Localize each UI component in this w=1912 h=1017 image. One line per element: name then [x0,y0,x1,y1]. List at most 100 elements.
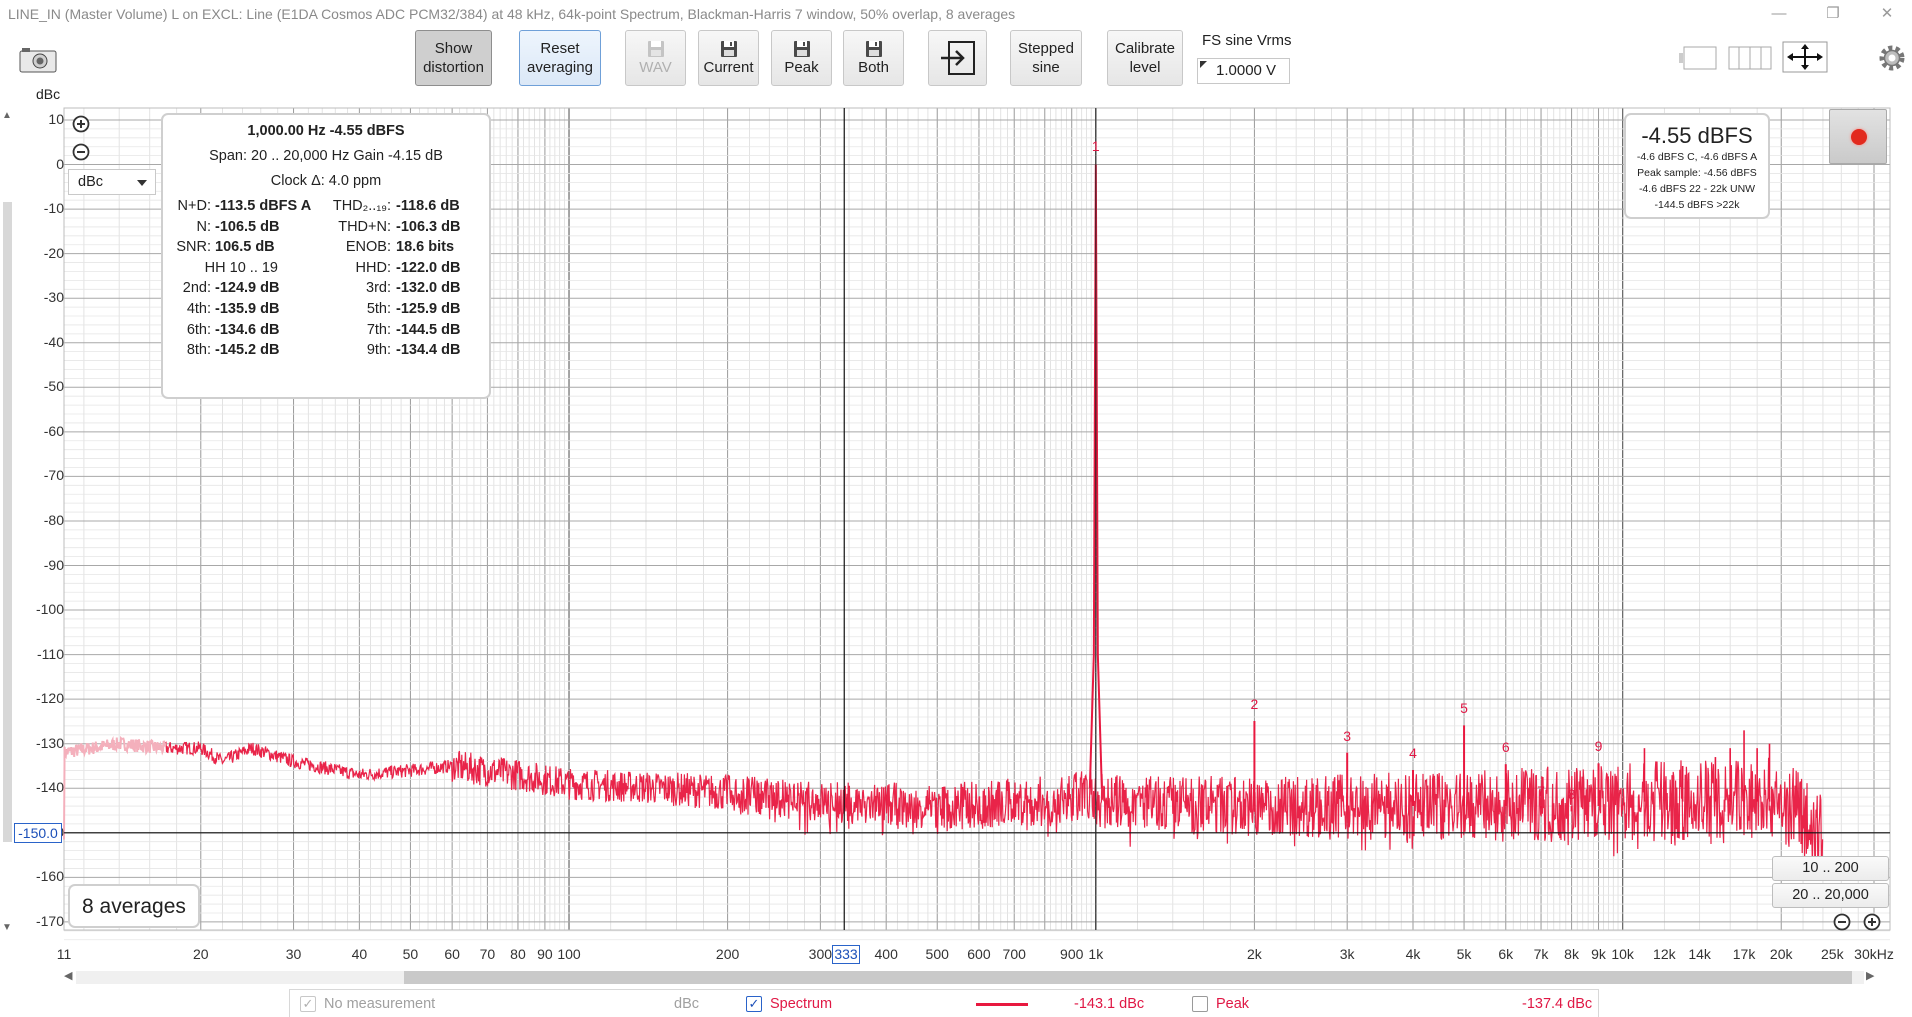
scroll-up-icon[interactable]: ▲ [2,110,12,121]
x-tick-label: 2k [1247,946,1262,962]
restore-button[interactable]: ❐ [1818,4,1848,24]
save-current-button[interactable]: Current [698,30,759,86]
level-main: -4.55 dBFS [1641,123,1753,148]
peak-checkbox[interactable] [1192,996,1208,1012]
zoom-out-icon[interactable] [1833,913,1851,931]
x-tick-label: 60 [444,946,460,962]
stats-label: 2nd: [182,280,211,297]
scroll-left-icon[interactable]: ◀ [64,969,72,982]
scrollbar-thumb[interactable] [404,971,1852,984]
window-title: LINE_IN (Master Volume) L on EXCL: Line … [8,6,1016,22]
save-icon [647,40,664,57]
x-tick-label: 90 [537,946,553,962]
save-peak-button[interactable]: Peak [771,30,832,86]
calibrate-level-button[interactable]: Calibrate level [1107,30,1183,86]
averages-badge: 8 averages [68,884,200,928]
stats-label: 6th: [186,321,211,338]
stats-label: 5th: [366,301,391,317]
save-icon [793,40,810,57]
save-both-button[interactable]: Both [843,30,904,86]
level-line-3: -4.6 dBFS 22 - 22k UNW [1638,183,1756,195]
level-line-4: -144.5 dBFS >22k [1654,199,1740,211]
x-tick-label: 100 [557,946,581,962]
stats-label: 9th: [366,342,391,359]
stats-label: 8th: [186,342,211,359]
stats-header: 1,000.00 Hz -4.55 dBFS [247,123,405,139]
x-cursor-readout[interactable]: 333 [832,945,860,964]
single-view-icon[interactable] [1678,42,1720,74]
fs-sine-input[interactable]: 1.0000 V [1197,58,1290,84]
stats-value: -134.6 dB [215,321,280,338]
zoom-out-icon[interactable] [72,143,90,161]
title-bar: LINE_IN (Master Volume) L on EXCL: Line … [0,0,1912,28]
stats-label: THD+N: [338,218,391,235]
stats-value: -106.5 dB [215,218,280,235]
y-tick-label: 10 [48,111,64,127]
y-cursor-readout[interactable]: -150.0 [14,823,62,843]
x-tick-label: 20k [1769,946,1793,962]
stepped-sine-button[interactable]: Stepped sine [1010,30,1082,86]
zoom-preset-20-20000[interactable]: 20 .. 20,000 [1772,883,1889,908]
stats-label: N: [196,218,212,235]
no-measurement-label: No measurement [324,996,436,1012]
x-tick-label: 700 [1002,946,1026,962]
stats-label: 7th: [366,321,391,338]
reset-averaging-button[interactable]: Reset averaging [519,30,601,86]
no-measurement-unit: dBc [674,996,699,1012]
y-tick-label: -50 [43,378,64,395]
minimize-button[interactable]: — [1764,4,1794,24]
multi-view-icon[interactable] [1728,42,1772,74]
harmonic-label: 1 [1091,137,1100,154]
show-distortion-button[interactable]: Show distortion [415,30,492,86]
x-tick-label: 25k [1820,946,1844,962]
toolbar: Show distortion Reset averaging WAV Curr… [0,28,1912,88]
horizontal-scrollbar[interactable]: ◀ ▶ [64,968,1876,986]
stats-value: -144.5 dB [396,321,461,338]
x-tick-label: 70 [479,946,496,962]
stats-label: 3rd: [366,280,391,297]
y-tick-label: -70 [43,467,64,484]
stats-value: -135.9 dB [215,301,280,317]
no-measurement-checkbox[interactable]: ✓ [300,996,316,1012]
chevron-down-icon [137,180,147,186]
scrollbar-thumb[interactable] [3,202,12,842]
y-tick-label: -60 [43,422,64,439]
pan-arrows-icon[interactable] [1782,40,1828,74]
y-tick-label: -80 [43,511,64,528]
spectrum-value: -143.1 dBc [1074,996,1145,1012]
y-tick-label: -170 [35,912,64,929]
spectrum-checkbox[interactable]: ✓ [746,996,762,1012]
zoom-preset-10-200[interactable]: 10 .. 200 [1772,856,1889,881]
vertical-scrollbar[interactable]: ▲ ▼ [0,108,14,933]
stats-value: -132.0 dB [396,280,461,297]
stats-value: 106.5 dB [215,239,275,256]
x-tick-label: 40 [351,946,368,962]
y-tick-label: -40 [43,333,64,350]
y-axis-unit: dBc [36,86,61,102]
level-line-1: -4.6 dBFS C, -4.6 dBFS A [1636,151,1758,163]
y-tick-label: 0 [56,155,64,172]
x-tick-label: 10k [1611,946,1634,962]
close-button[interactable]: ✕ [1872,4,1902,24]
unit-select[interactable]: dBc [68,169,156,195]
camera-icon[interactable] [18,44,58,74]
scroll-right-icon[interactable]: ▶ [1866,969,1874,982]
spectrum-line-swatch [976,1003,1028,1006]
zoom-in-icon[interactable] [1863,913,1881,931]
x-tick-label: 6k [1498,946,1514,962]
input-select-button[interactable] [928,30,987,86]
zoom-in-icon[interactable] [72,115,90,133]
x-tick-label: 3k [1339,946,1355,962]
harmonic-label: 5 [1460,700,1468,717]
stats-label: HHD: [355,259,391,276]
harmonic-label: 6 [1501,739,1510,756]
x-tick-label: 900 [1060,946,1084,962]
gear-icon[interactable] [1878,44,1906,72]
record-button[interactable] [1829,109,1887,164]
wav-button[interactable]: WAV [625,30,686,86]
x-tick-label: 12k [1653,946,1676,962]
stats-value: -134.4 dB [396,342,461,359]
scroll-down-icon[interactable]: ▼ [2,922,12,933]
x-tick-label: 600 [967,946,991,962]
corner-marker-icon [1200,61,1207,68]
